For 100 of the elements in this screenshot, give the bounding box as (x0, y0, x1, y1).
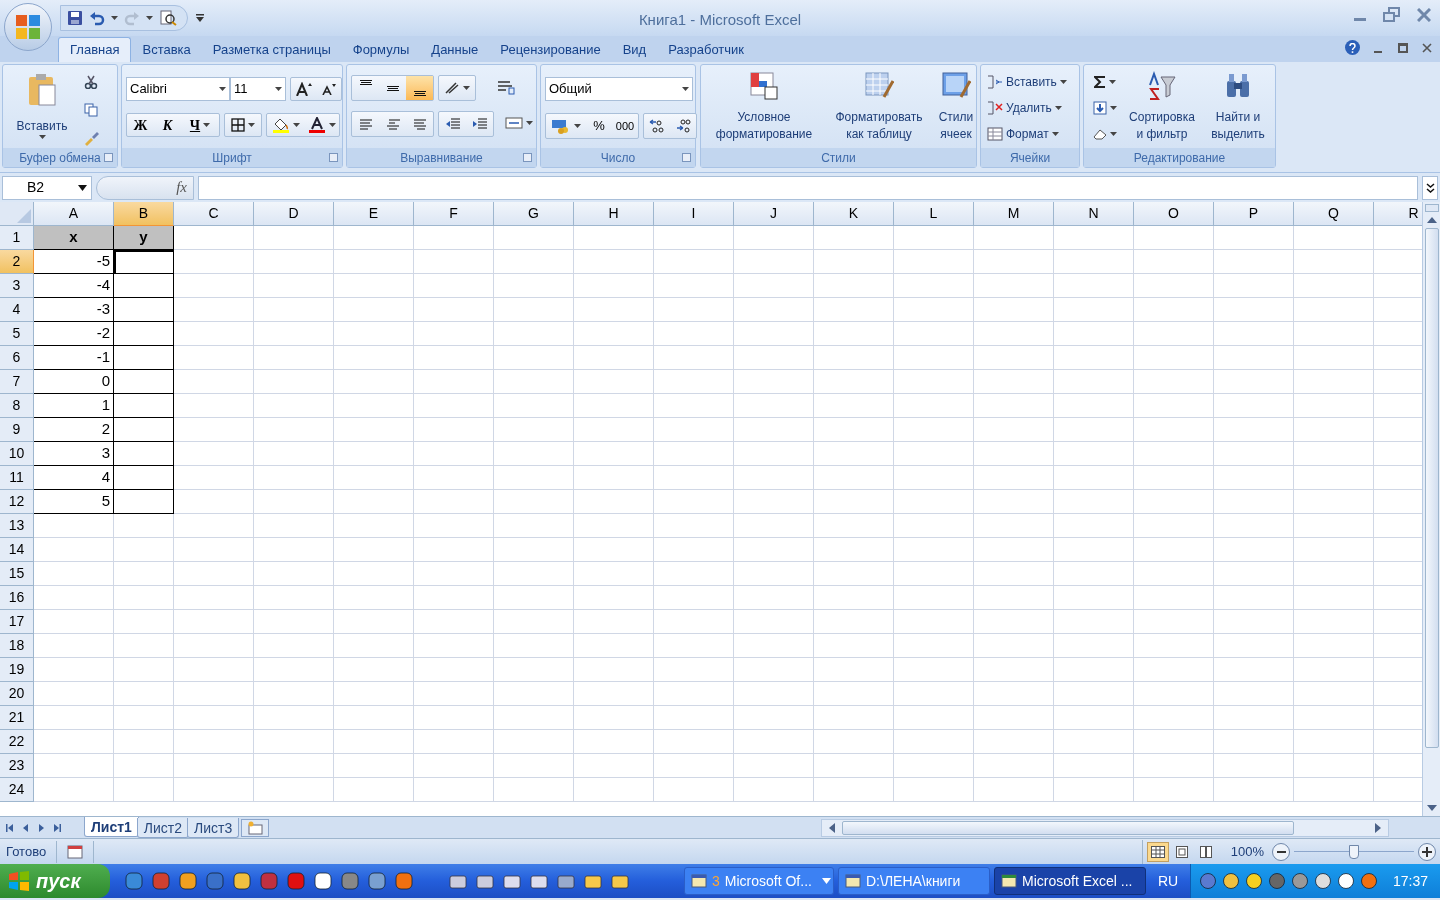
table-cell[interactable]: 4 (34, 466, 114, 490)
editing-button[interactable]: Сортировка и фильтр (1124, 71, 1200, 147)
column-header[interactable]: P (1214, 202, 1294, 226)
group-label: Ячейки (1009, 149, 1051, 167)
table-cell[interactable]: 0 (34, 370, 114, 394)
row-header[interactable]: 10 (0, 442, 34, 466)
cells-button[interactable]: Формат (987, 123, 1067, 145)
row-header[interactable]: 2 (0, 250, 34, 274)
column-header[interactable]: K (814, 202, 894, 226)
editing-button[interactable]: Найти и выделить (1200, 71, 1276, 147)
font-name-field[interactable]: Calibri (126, 77, 230, 101)
ribbon-tab[interactable]: Главная (58, 37, 132, 62)
table-cell[interactable]: 5 (34, 490, 114, 514)
ribbon-tab[interactable]: Формулы (341, 37, 421, 62)
font-size-field[interactable]: 11 (230, 77, 286, 101)
window-count: 3 (712, 871, 720, 891)
zoom-level[interactable]: 100% (1230, 841, 1264, 862)
column-header[interactable]: I (654, 202, 734, 226)
start-button[interactable]: пуск (0, 864, 110, 898)
table-cell[interactable]: -1 (34, 346, 114, 370)
column-header[interactable]: H (574, 202, 654, 226)
row-header[interactable]: 6 (0, 346, 34, 370)
row-header[interactable]: 3 (0, 274, 34, 298)
table-cell[interactable]: -2 (34, 322, 114, 346)
sheet-tab[interactable]: Лист1 (84, 816, 139, 837)
italic-button[interactable]: К (154, 114, 181, 136)
row-header[interactable]: 9 (0, 418, 34, 442)
column-header[interactable]: G (494, 202, 574, 226)
row-header[interactable]: 13 (0, 514, 34, 538)
row-header[interactable]: 18 (0, 634, 34, 658)
table-cell[interactable]: 3 (34, 442, 114, 466)
row-header[interactable]: 20 (0, 682, 34, 706)
clock: 17:37 (1393, 871, 1429, 891)
row-header[interactable]: 23 (0, 754, 34, 778)
row-header[interactable]: 24 (0, 778, 34, 802)
row-header[interactable]: 5 (0, 322, 34, 346)
window-title: Книга1 - Microsoft Excel (637, 10, 803, 30)
table-cell[interactable]: x (34, 226, 114, 250)
group-label: Шрифт (212, 149, 252, 167)
row-header[interactable]: 1 (0, 226, 34, 250)
ribbon-tab[interactable]: Рецензирование (489, 37, 612, 62)
column-header[interactable]: C (174, 202, 254, 226)
styles-button[interactable]: Стили ячеек (933, 71, 979, 147)
table-cell[interactable]: -5 (34, 250, 114, 274)
cells-button[interactable]: Удалить (987, 97, 1067, 119)
row-header[interactable]: 15 (0, 562, 34, 586)
language-indicator[interactable]: RU (1150, 867, 1186, 895)
taskbar-button[interactable]: D:\ЛЕНА\книги (838, 867, 990, 895)
table-cell[interactable]: 1 (34, 394, 114, 418)
row-header[interactable]: 21 (0, 706, 34, 730)
sheet-tab[interactable]: Лист3 (187, 817, 240, 838)
table-cell[interactable]: 2 (34, 418, 114, 442)
row-header[interactable]: 7 (0, 370, 34, 394)
taskbar-button[interactable]: 3 Microsoft Of... (684, 867, 834, 895)
table-cell[interactable]: -3 (34, 298, 114, 322)
function-button[interactable]: fx (96, 175, 194, 200)
ribbon-tab[interactable]: Разработчик (657, 37, 756, 62)
row-header[interactable]: 12 (0, 490, 34, 514)
name-box[interactable]: B2 (2, 175, 92, 200)
row-header[interactable]: 14 (0, 538, 34, 562)
row-header[interactable]: 4 (0, 298, 34, 322)
column-header[interactable]: B (114, 202, 174, 226)
row-header[interactable]: 22 (0, 730, 34, 754)
row-header[interactable]: 16 (0, 586, 34, 610)
column-header[interactable]: A (34, 202, 114, 226)
paste-button[interactable]: Вставить (11, 69, 73, 141)
column-header[interactable]: L (894, 202, 974, 226)
column-header[interactable]: E (334, 202, 414, 226)
cells-button[interactable]: Вставить (987, 71, 1067, 93)
ribbon-tab[interactable]: Вид (611, 37, 658, 62)
percent-button[interactable]: % (586, 114, 612, 138)
taskbar-button[interactable]: Microsoft Excel ... (994, 867, 1146, 895)
column-header[interactable]: F (414, 202, 494, 226)
ribbon-tab[interactable]: Разметка страницы (201, 37, 342, 62)
bold-button[interactable]: Ж (127, 114, 154, 136)
group-label: Выравнивание (400, 149, 483, 167)
ribbon-tab[interactable]: Данные (420, 37, 490, 62)
row-header[interactable]: 17 (0, 610, 34, 634)
thousands-button[interactable]: 000 (612, 114, 638, 138)
underline-button[interactable]: Ч (181, 114, 219, 136)
column-header[interactable]: O (1134, 202, 1214, 226)
styles-button[interactable]: Форматировать как таблицу (825, 71, 933, 147)
column-header[interactable]: J (734, 202, 814, 226)
column-header[interactable]: D (254, 202, 334, 226)
row-header[interactable]: 11 (0, 466, 34, 490)
sheet-tab[interactable]: Лист2 (136, 817, 190, 838)
column-header[interactable]: Q (1294, 202, 1374, 226)
column-header[interactable]: R (1374, 202, 1422, 226)
column-header[interactable]: N (1054, 202, 1134, 226)
group-label: Буфер обмена (19, 149, 101, 167)
row-header[interactable]: 8 (0, 394, 34, 418)
table-cell[interactable]: -4 (34, 274, 114, 298)
row-header[interactable]: 19 (0, 658, 34, 682)
status-text: Готово (5, 842, 48, 861)
ribbon-tab[interactable]: Вставка (131, 37, 202, 62)
styles-button[interactable]: Условное форматирование (703, 71, 825, 147)
number-format-field[interactable]: Общий (545, 77, 693, 101)
group-label: Редактирование (1133, 149, 1226, 167)
column-header[interactable]: M (974, 202, 1054, 226)
table-cell[interactable]: y (114, 226, 174, 250)
